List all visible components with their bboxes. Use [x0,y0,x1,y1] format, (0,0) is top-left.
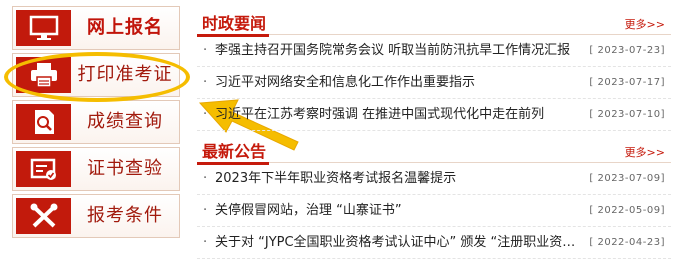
list-item: · 关于对 “JYPC全国职业资格考试认证中心” 颁发 “注册职业资格证书” 的… [197,227,671,259]
bullet: · [203,171,208,186]
nav-item-exam-requirements[interactable]: 报考条件 [12,194,180,238]
list-item: · 习近平在江苏考察时强调 在推进中国式现代化中走在前列 [ 2023-07-1… [197,99,671,131]
section-header: 最新公告 更多>> [197,136,671,165]
section-title: 时政要闻 [202,14,267,33]
news-date: [ 2023-07-09] [589,173,665,184]
more-link[interactable]: 更多>> [625,16,665,32]
highlight-ellipse [4,52,190,102]
news-list: · 李强主持召开国务院常务会议 听取当前防汛抗旱工作情况汇报 [ 2023-07… [197,35,671,131]
news-link[interactable]: 李强主持召开国务院常务会议 听取当前防汛抗旱工作情况汇报 [215,35,577,66]
news-link[interactable]: 关于对 “JYPC全国职业资格考试认证中心” 颁发 “注册职业资格证书” 的声明 [215,227,577,258]
nav-item-certificate-verification[interactable]: 证书查验 [12,147,180,191]
news-date: [ 2023-07-17] [589,77,665,88]
bullet: · [203,75,208,90]
news-link[interactable]: 习近平在江苏考察时强调 在推进中国式现代化中走在前列 [215,99,577,130]
side-nav: 网上报名 打印准考证 成绩查询 证书查验 报考条件 [12,6,180,241]
nav-item-label: 报考条件 [87,205,163,226]
list-item: · 2023年下半年职业资格考试报名温馨提示 [ 2023-07-09] [197,163,671,195]
monitor-icon [16,10,71,46]
certificate-check-icon [16,151,71,187]
tools-icon [16,198,71,234]
nav-item-online-registration[interactable]: 网上报名 [12,6,180,50]
nav-item-score-query[interactable]: 成绩查询 [12,100,180,144]
list-item: · 习近平对网络安全和信息化工作作出重要指示 [ 2023-07-17] [197,67,671,99]
bullet: · [203,107,208,122]
news-link[interactable]: 关停假冒网站，治理 “山寨证书” [215,195,577,226]
nav-item-label: 证书查验 [87,158,163,179]
nav-item-label: 成绩查询 [87,111,163,132]
bullet: · [203,235,208,250]
politics-news-section: 时政要闻 更多>> · 李强主持召开国务院常务会议 听取当前防汛抗旱工作情况汇报… [197,8,671,131]
section-title: 最新公告 [202,142,267,161]
section-header: 时政要闻 更多>> [197,8,671,37]
list-item: · 李强主持召开国务院常务会议 听取当前防汛抗旱工作情况汇报 [ 2023-07… [197,35,671,67]
news-link[interactable]: 2023年下半年职业资格考试报名温馨提示 [215,163,577,194]
more-link[interactable]: 更多>> [625,144,665,160]
news-link[interactable]: 习近平对网络安全和信息化工作作出重要指示 [215,67,577,98]
list-item: · 关停假冒网站，治理 “山寨证书” [ 2022-05-09] [197,195,671,227]
news-date: [ 2023-07-10] [589,109,665,120]
bullet: · [203,43,208,58]
latest-notices-section: 最新公告 更多>> · 2023年下半年职业资格考试报名温馨提示 [ 2023-… [197,136,671,259]
document-search-icon [16,104,71,140]
bullet: · [203,203,208,218]
news-date: [ 2023-07-23] [589,45,665,56]
nav-item-label: 网上报名 [87,17,163,38]
news-date: [ 2022-05-09] [589,205,665,216]
news-date: [ 2022-04-23] [589,237,665,248]
news-list: · 2023年下半年职业资格考试报名温馨提示 [ 2023-07-09] · 关… [197,163,671,259]
